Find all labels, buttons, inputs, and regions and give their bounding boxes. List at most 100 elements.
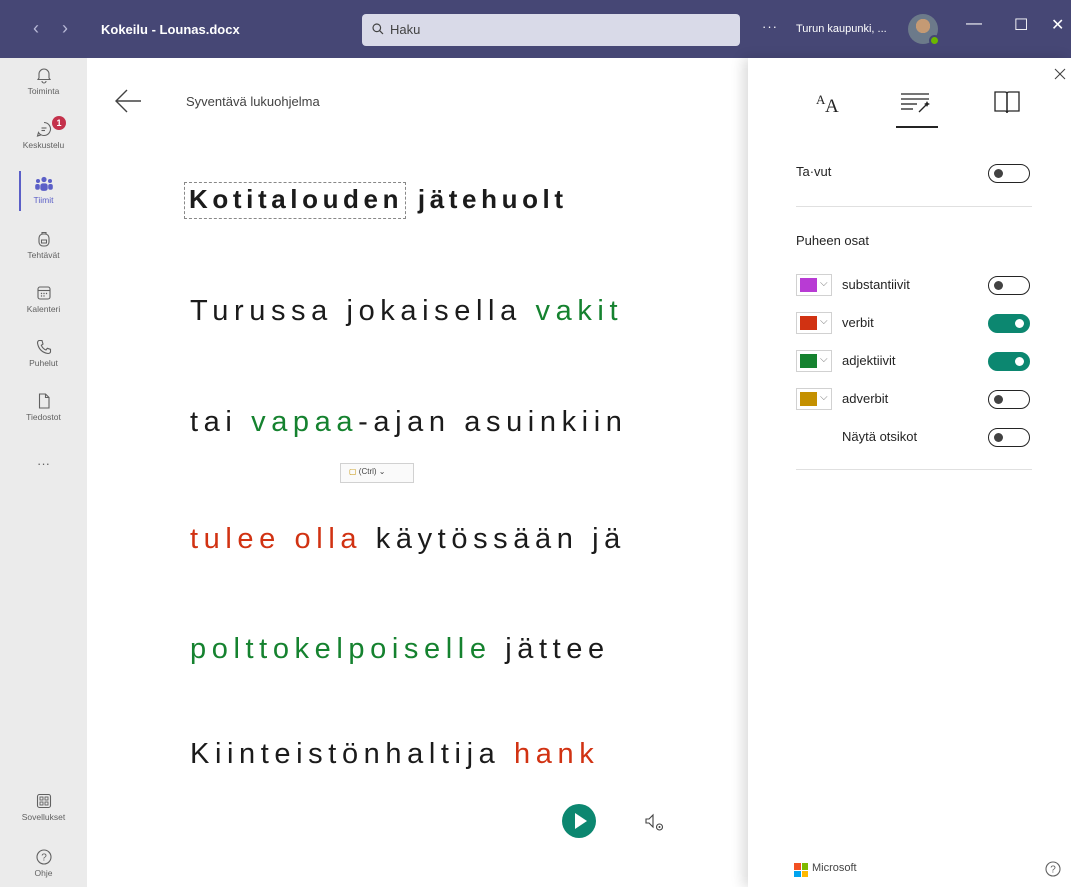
- microsoft-logo-icon: [794, 863, 808, 877]
- unread-badge: 1: [52, 116, 66, 130]
- text-preferences-icon[interactable]: AA: [813, 88, 843, 116]
- minimize-icon[interactable]: —: [966, 15, 982, 33]
- color-swatch: [800, 316, 817, 330]
- rail-item-help[interactable]: ? Ohje: [0, 848, 87, 878]
- back-nav-icon[interactable]: ‹: [33, 18, 39, 39]
- svg-text:?: ?: [1050, 865, 1056, 876]
- title-bar: ‹ › Kokeilu - Lounas.docx Haku ··· Turun…: [0, 0, 1071, 58]
- adverbs-toggle[interactable]: [988, 390, 1030, 409]
- rail-item-teams[interactable]: Tiimit: [0, 171, 87, 211]
- reader-line: tulee olla käytössään jä: [190, 523, 626, 556]
- show-labels-label: Näytä otsikot: [842, 429, 918, 444]
- reader-text: käytössään jä: [362, 523, 626, 555]
- chevron-down-icon: ⌵: [820, 354, 828, 365]
- close-icon[interactable]: [1054, 68, 1066, 80]
- adverb-color-picker[interactable]: ⌵: [796, 388, 832, 410]
- adverbs-label: adverbit: [842, 391, 889, 406]
- rail-item-calls[interactable]: Puhelut: [0, 338, 87, 368]
- reader-line: tai vapaa-ajan asuinkiin: [190, 406, 628, 439]
- teams-icon: [34, 176, 53, 191]
- svg-text:A: A: [825, 96, 839, 116]
- noun-color-picker[interactable]: ⌵: [796, 274, 832, 296]
- rail-label-help: Ohje: [34, 868, 53, 878]
- file-icon: [38, 393, 50, 409]
- syllables-label: Ta·vut: [796, 164, 832, 179]
- adjective-color-picker[interactable]: ⌵: [796, 350, 832, 372]
- rail-item-assignments[interactable]: Tehtävät: [0, 230, 87, 260]
- reader-line: polttokelpoiselle jättee: [190, 633, 610, 666]
- rail-label-apps: Sovellukset: [21, 812, 66, 822]
- nouns-label: substantiivit: [842, 277, 910, 292]
- rail-label-teams: Tiimit: [33, 195, 54, 205]
- verbs-label: verbit: [842, 315, 874, 330]
- rail-label-chat: Keskustelu: [22, 140, 65, 150]
- rail-item-apps[interactable]: Sovellukset: [0, 792, 87, 822]
- rail-item-calendar[interactable]: Kalenteri: [0, 284, 87, 314]
- phone-icon: [36, 339, 51, 355]
- chat-icon: [36, 121, 51, 137]
- forward-nav-icon[interactable]: ›: [62, 18, 68, 39]
- parts-of-speech-heading: Puheen osat: [796, 233, 870, 248]
- search-box[interactable]: Haku: [362, 14, 740, 46]
- svg-text:?: ?: [41, 853, 47, 864]
- rail-item-files[interactable]: Tiedostot: [0, 392, 87, 422]
- more-options-button[interactable]: ···: [762, 19, 778, 34]
- adjectives-toggle[interactable]: [988, 352, 1030, 371]
- app-rail: Toiminta 1 Keskustelu Tiimit Tehtävät Ka…: [0, 58, 87, 887]
- reader-text: Turussa jokaisella: [190, 295, 536, 327]
- reader-line: Kiinteistönhaltija hank: [190, 738, 599, 771]
- verb-color-picker[interactable]: ⌵: [796, 312, 832, 334]
- reader-title: Syventävä lukuohjelma: [186, 94, 320, 109]
- chevron-down-icon: ⌵: [820, 392, 828, 403]
- play-button[interactable]: [562, 804, 596, 838]
- paste-shortcut-label: (Ctrl): [358, 467, 377, 476]
- rail-item-activity[interactable]: Toiminta: [0, 66, 87, 96]
- rail-label-calls: Puhelut: [29, 358, 58, 368]
- close-window-icon[interactable]: ✕: [1051, 15, 1064, 35]
- show-labels-toggle[interactable]: [988, 428, 1030, 447]
- clipboard-icon: ▢: [349, 467, 357, 476]
- help-icon[interactable]: ?: [1044, 860, 1062, 878]
- bell-icon: [36, 68, 51, 84]
- microsoft-label: Microsoft: [812, 862, 857, 874]
- divider: [796, 206, 1032, 207]
- active-tab-indicator: [896, 126, 938, 128]
- rail-label-activity: Toiminta: [27, 86, 60, 96]
- rail-label-calendar: Kalenteri: [26, 304, 61, 314]
- search-placeholder: Haku: [390, 22, 421, 37]
- organization-name[interactable]: Turun kaupunki, ...: [796, 23, 887, 35]
- presence-available-icon: [929, 35, 940, 46]
- help-icon: ?: [35, 849, 52, 865]
- syllables-toggle[interactable]: [988, 164, 1030, 183]
- calendar-icon: [36, 286, 51, 300]
- immersive-reader-content: Syventävä lukuohjelma Kotitalouden jäteh…: [87, 58, 748, 887]
- reader-text: -ajan asuinkiin: [358, 406, 628, 438]
- reader-text: tai: [190, 406, 252, 438]
- rail-item-chat[interactable]: 1 Keskustelu: [0, 116, 87, 150]
- avatar[interactable]: [908, 14, 940, 46]
- adjective-word: vapaa: [251, 406, 359, 438]
- paste-options-button[interactable]: ▢ (Ctrl) ⌄: [340, 463, 414, 483]
- nouns-toggle[interactable]: [988, 276, 1030, 295]
- adjectives-label: adjektiivit: [842, 353, 896, 368]
- chevron-down-icon: ⌵: [820, 278, 828, 289]
- verb-word: hank: [514, 738, 600, 770]
- reader-line: Turussa jokaisella vakit: [190, 295, 623, 328]
- maximize-icon[interactable]: ☐: [1014, 15, 1028, 35]
- reader-options-panel: AA Ta·vut Puheen osat ⌵ substantiivit ⌵ …: [748, 58, 1071, 887]
- document-title: Kokeilu - Lounas.docx: [101, 22, 240, 37]
- color-swatch: [800, 354, 817, 368]
- rail-more-apps-button[interactable]: ···: [0, 456, 87, 471]
- apps-icon: [36, 793, 51, 809]
- reading-preferences-icon[interactable]: [992, 88, 1022, 116]
- back-arrow-icon[interactable]: [113, 86, 143, 116]
- reader-text: Kiinteistönhaltija: [190, 738, 515, 770]
- selected-word[interactable]: Kotitalouden: [184, 182, 407, 219]
- adjective-word: polttokelpoiselle: [190, 633, 492, 665]
- verbs-toggle[interactable]: [988, 314, 1030, 333]
- grammar-options-icon[interactable]: [899, 88, 933, 118]
- reader-text: jättee: [491, 633, 610, 665]
- color-swatch: [800, 278, 817, 292]
- voice-settings-icon[interactable]: [643, 810, 667, 834]
- color-swatch: [800, 392, 817, 406]
